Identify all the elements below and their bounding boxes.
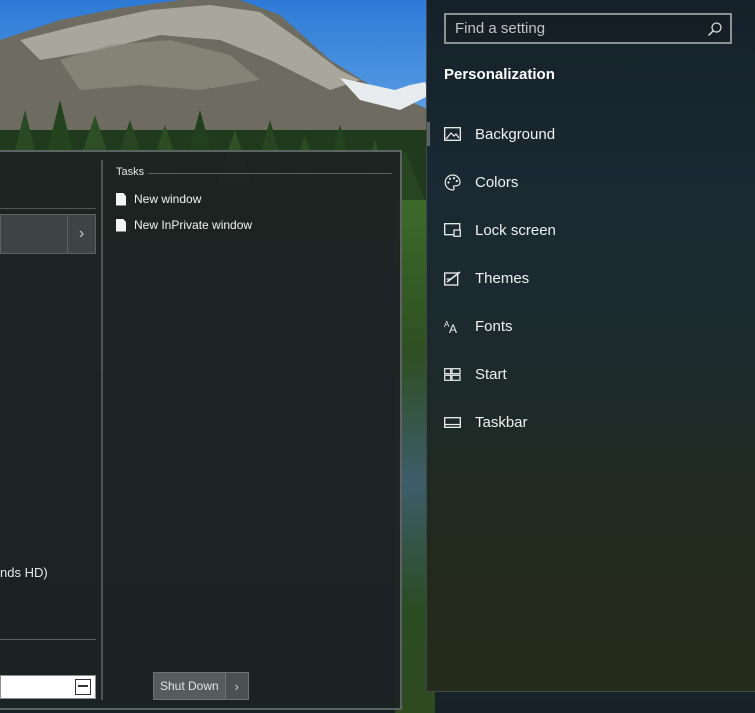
image-icon [444, 126, 461, 143]
nav-item-label: Colors [475, 173, 519, 191]
program-list-item[interactable]: › [0, 214, 96, 254]
nav-item-label: Start [475, 365, 507, 383]
chevron-right-icon[interactable]: › [224, 673, 248, 699]
nav-item-label: Taskbar [475, 413, 528, 431]
nav-item-themes[interactable]: Themes [444, 266, 529, 290]
find-setting-input[interactable] [446, 15, 730, 42]
separator [0, 639, 96, 640]
tasks-separator [148, 173, 392, 174]
start-menu-window: › nds HD) Tasks New window New InPrivate… [0, 150, 402, 710]
find-setting-box[interactable] [444, 13, 732, 44]
nav-item-lock-screen[interactable]: Lock screen [444, 218, 556, 242]
nav-item-label: Themes [475, 269, 530, 287]
themes-icon [444, 270, 461, 287]
nav-item-fonts[interactable]: AA Fonts [444, 314, 513, 338]
nav-item-label: Background [475, 125, 556, 143]
run-search-input[interactable] [0, 675, 96, 699]
start-icon [444, 366, 461, 383]
nav-item-background[interactable]: Background [444, 122, 555, 146]
task-label: New InPrivate window [134, 218, 253, 232]
start-menu-left-pane: › nds HD) [0, 152, 100, 708]
lock-screen-icon [444, 222, 461, 239]
taskbar-icon [444, 414, 461, 431]
chevron-right-icon[interactable]: › [67, 215, 95, 253]
task-label: New window [134, 192, 202, 206]
svg-text:A: A [449, 322, 457, 334]
palette-icon [444, 173, 461, 191]
nav-item-label: Fonts [475, 317, 513, 335]
nav-item-taskbar[interactable]: Taskbar [444, 410, 528, 434]
task-new-window[interactable]: New window [116, 190, 201, 208]
nav-item-colors[interactable]: Colors [444, 170, 518, 194]
partial-program-label[interactable]: nds HD) [0, 565, 48, 580]
tasks-header: Tasks [116, 166, 145, 178]
active-item-indicator [427, 122, 430, 146]
task-new-inprivate-window[interactable]: New InPrivate window [116, 216, 252, 234]
settings-panel: Personalization Background Colors Lock s… [426, 0, 755, 692]
run-icon[interactable] [75, 679, 91, 695]
fonts-icon: AA [444, 318, 461, 335]
section-title: Personalization [444, 66, 555, 83]
jump-list-pane: Tasks New window New InPrivate window Sh… [104, 152, 400, 708]
document-icon [116, 218, 126, 232]
search-icon[interactable] [707, 21, 723, 37]
shutdown-button[interactable]: Shut Down [154, 673, 225, 699]
separator [0, 208, 96, 209]
document-icon [116, 192, 126, 206]
nav-item-start[interactable]: Start [444, 362, 507, 386]
shutdown-control: Shut Down › [153, 672, 249, 700]
nav-item-label: Lock screen [475, 221, 556, 239]
pane-divider [101, 160, 103, 700]
